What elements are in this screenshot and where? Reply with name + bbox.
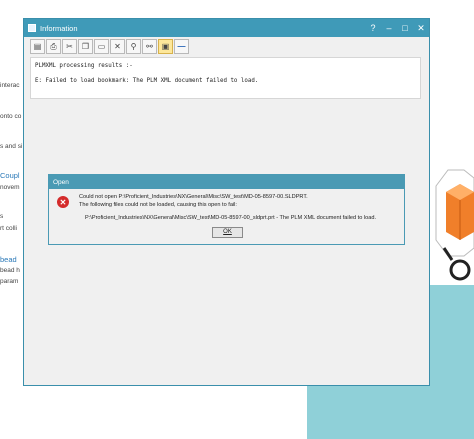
window-app-icon xyxy=(28,24,36,32)
ok-button[interactable]: OK xyxy=(212,227,243,238)
minimize-button[interactable]: – xyxy=(381,23,397,33)
error-message-line: The following files could not be loaded,… xyxy=(79,202,237,208)
help-button[interactable]: ? xyxy=(365,23,381,33)
error-message-line: Could not open P:\Proficient_Industries\… xyxy=(79,194,308,200)
error-icon: ✕ xyxy=(57,196,69,208)
bg-text-line: s and si xyxy=(0,143,23,150)
collapse-icon[interactable]: — xyxy=(174,39,189,54)
results-line: E: Failed to load bookmark: The PLM XML … xyxy=(35,78,259,84)
bg-text-line: bead h xyxy=(0,267,20,274)
paste-icon[interactable]: ▭ xyxy=(94,39,109,54)
cut-icon[interactable]: ✂ xyxy=(62,39,77,54)
ok-button-label: OK xyxy=(223,229,232,235)
print-icon[interactable]: ⎙ xyxy=(46,39,61,54)
dialog-titlebar[interactable]: Open xyxy=(49,175,404,189)
bg-text-line: rt colli xyxy=(0,225,17,232)
product-logo-icon xyxy=(435,169,474,281)
find-next-icon[interactable]: ⚯ xyxy=(142,39,157,54)
bg-text-line: novem xyxy=(0,184,20,191)
copy-icon[interactable]: ❐ xyxy=(78,39,93,54)
open-error-dialog: Open ✕ Could not open P:\Proficient_Indu… xyxy=(48,174,405,245)
dialog-title: Open xyxy=(53,178,69,186)
bg-teal-block xyxy=(430,285,474,385)
clear-icon[interactable]: ✕ xyxy=(110,39,125,54)
information-titlebar[interactable]: Information ? – □ ✕ xyxy=(24,19,429,37)
results-text-area[interactable]: PLMXML processing results :- E: Failed t… xyxy=(30,57,421,99)
results-line: PLMXML processing results :- xyxy=(35,63,133,69)
bg-link[interactable]: Coupl xyxy=(0,171,20,180)
error-message-line: P:\Proficient_Industries\NX\General\Misc… xyxy=(85,215,377,221)
print-preview-icon[interactable]: ▤ xyxy=(30,39,45,54)
bg-text-line: onto co xyxy=(0,113,22,120)
close-button[interactable]: ✕ xyxy=(413,23,429,34)
save-icon[interactable]: ▣ xyxy=(158,39,173,54)
bg-text-line: param xyxy=(0,278,19,285)
maximize-button[interactable]: □ xyxy=(397,23,413,33)
bg-text-line: s xyxy=(0,213,4,220)
bg-text-line: interac xyxy=(0,82,20,89)
find-icon[interactable]: ⚲ xyxy=(126,39,141,54)
window-title: Information xyxy=(40,23,78,33)
bg-teal-block xyxy=(307,385,474,439)
info-toolbar: ▤ ⎙ ✂ ❐ ▭ ✕ ⚲ ⚯ ▣ — xyxy=(30,39,189,55)
bg-link[interactable]: bead xyxy=(0,255,17,264)
